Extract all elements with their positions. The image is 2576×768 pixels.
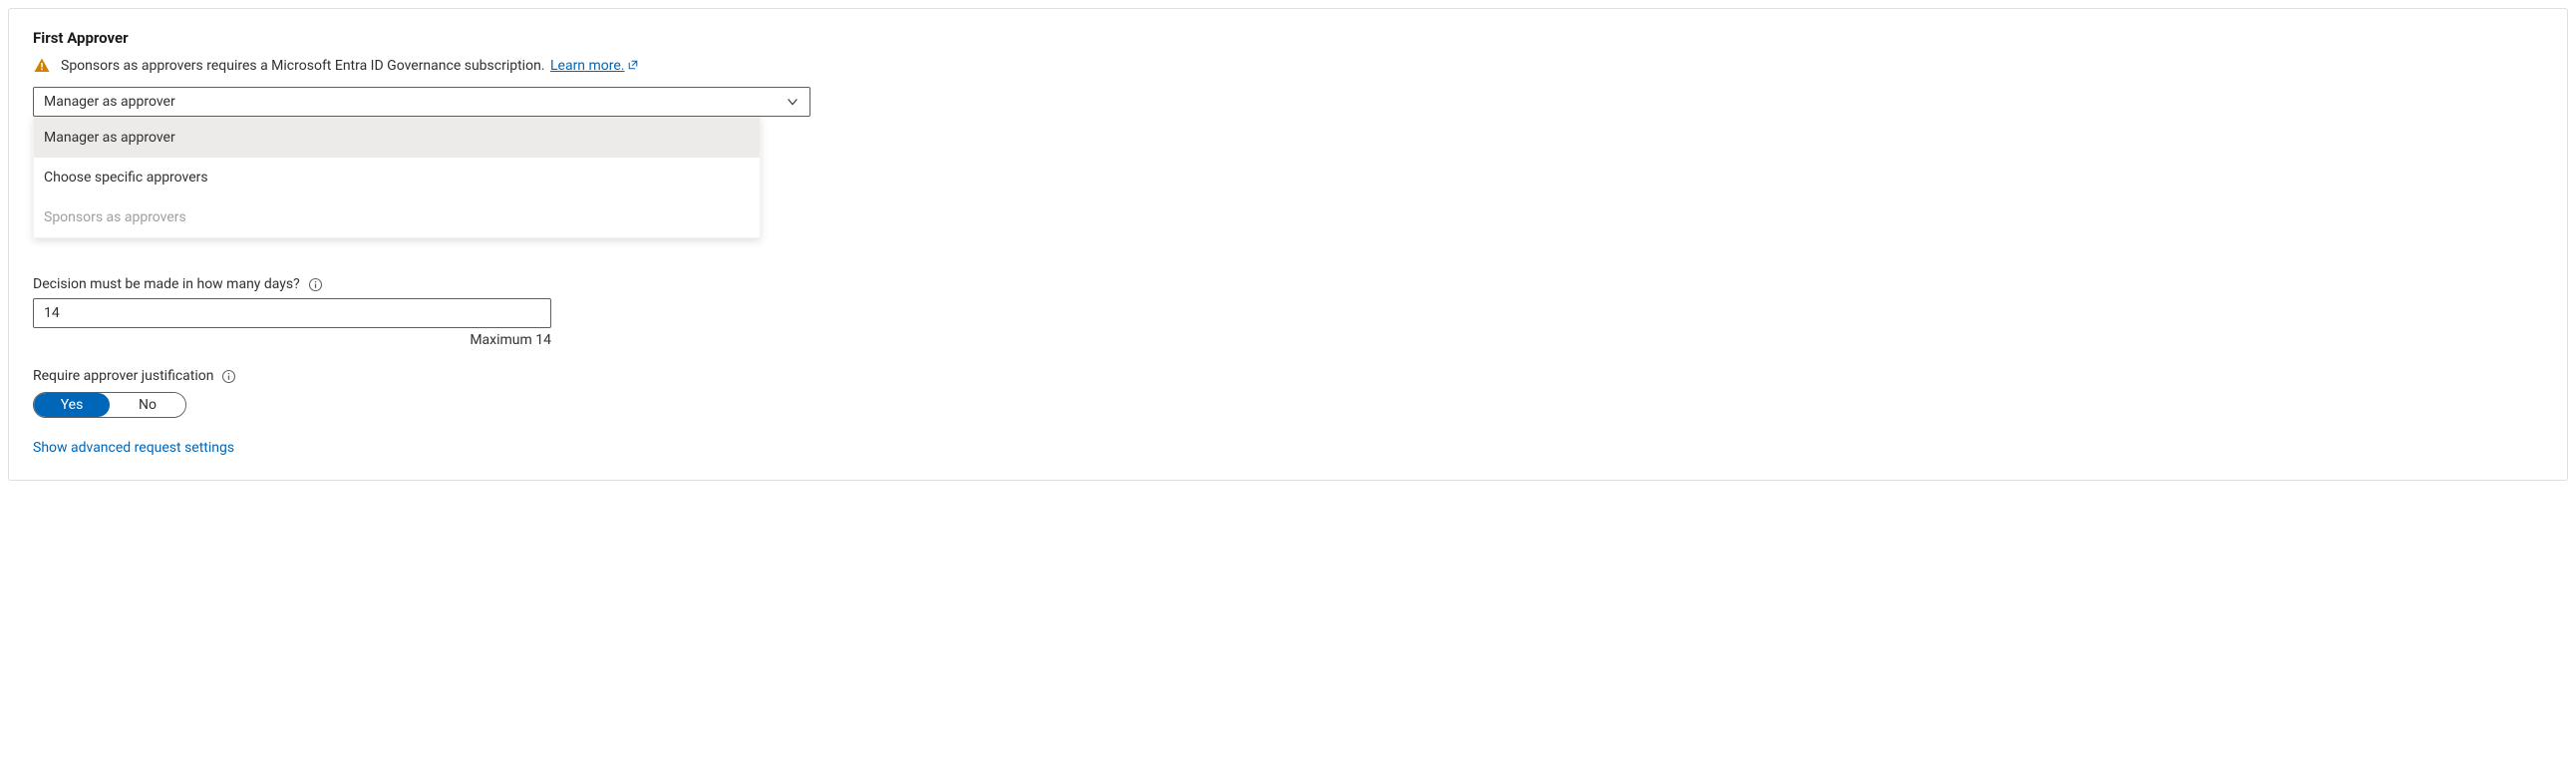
external-link-icon — [627, 59, 639, 71]
approver-select-value: Manager as approver — [44, 94, 175, 110]
justification-label: Require approver justification — [33, 368, 213, 384]
approver-select-flyout: Manager as approver Choose specific appr… — [33, 117, 761, 238]
justification-no[interactable]: No — [110, 393, 185, 417]
warning-icon — [33, 57, 51, 75]
first-approver-card: First Approver Sponsors as approvers req… — [8, 8, 2568, 481]
warning-text: Sponsors as approvers requires a Microso… — [61, 58, 639, 74]
info-icon[interactable] — [308, 277, 323, 292]
justification-yes[interactable]: Yes — [34, 393, 110, 417]
subscription-warning: Sponsors as approvers requires a Microso… — [33, 57, 2543, 75]
chevron-down-icon — [786, 95, 800, 109]
approver-option-manager[interactable]: Manager as approver — [34, 118, 760, 158]
learn-more-link[interactable]: Learn more. — [550, 58, 639, 74]
justification-toggle: Yes No — [33, 392, 186, 418]
decision-days-input[interactable] — [33, 298, 551, 328]
decision-days-label: Decision must be made in how many days? — [33, 276, 300, 292]
justification-field: Require approver justification Yes No — [33, 368, 2543, 418]
section-title: First Approver — [33, 29, 2543, 47]
show-advanced-link[interactable]: Show advanced request settings — [33, 440, 234, 456]
approver-select-container: Manager as approver Manager as approver … — [33, 87, 810, 117]
decision-days-field: Decision must be made in how many days? … — [33, 276, 2543, 348]
decision-days-helper: Maximum 14 — [33, 332, 551, 348]
approver-option-specific[interactable]: Choose specific approvers — [34, 158, 760, 197]
info-icon[interactable] — [221, 369, 236, 384]
approver-option-sponsors: Sponsors as approvers — [34, 197, 760, 237]
approver-select[interactable]: Manager as approver — [33, 87, 810, 117]
